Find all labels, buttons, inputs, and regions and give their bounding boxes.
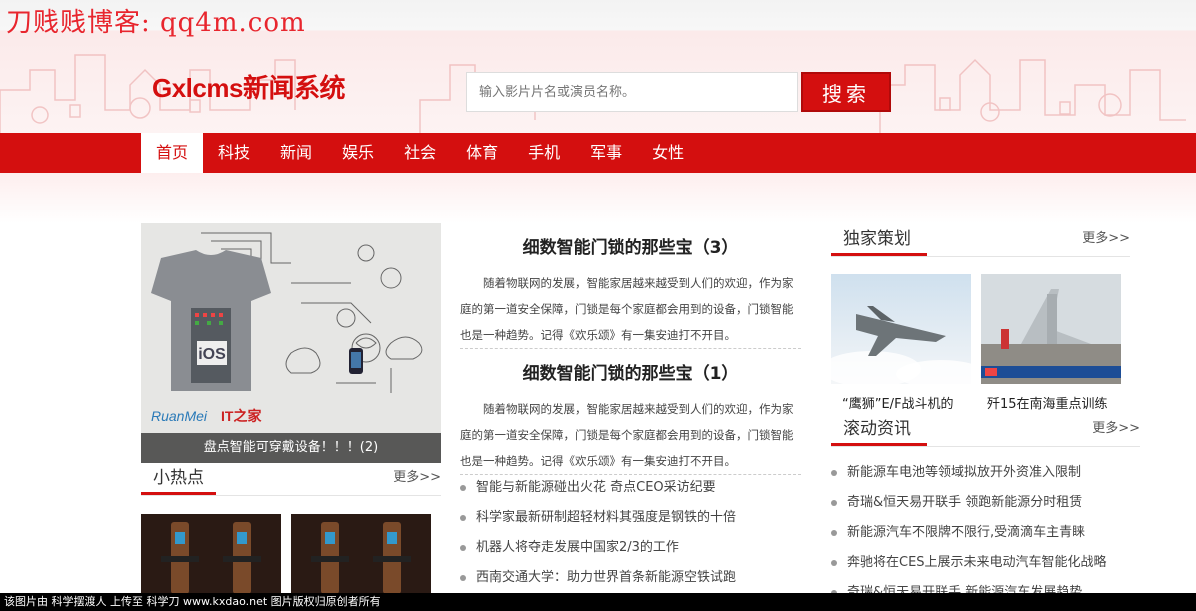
bullet-icon <box>460 514 466 521</box>
exclusive-section-title: 独家策划 <box>831 226 927 256</box>
bullet-icon <box>831 499 837 506</box>
nav-item-sports[interactable]: 体育 <box>451 133 513 173</box>
list-item-label: 新能源汽车不限牌不限行,受滴滴车主青睐 <box>847 525 1086 540</box>
watermark-text: 刀贱贱博客: qq4m.com <box>6 8 306 38</box>
nav-item-entertainment[interactable]: 娱乐 <box>327 133 389 173</box>
bullet-icon <box>831 469 837 476</box>
bullet-icon <box>831 529 837 536</box>
exclusive-caption-2[interactable]: 歼15在南海重点训练 <box>987 393 1108 412</box>
article-title[interactable]: 细数智能门锁的那些宝（1） <box>460 359 801 384</box>
article-title[interactable]: 细数智能门锁的那些宝（3） <box>460 233 801 258</box>
article-item: 细数智能门锁的那些宝（1） 随着物联网的发展，智能家居越来越受到人们的欢迎，作为… <box>460 359 801 474</box>
nav-item-society[interactable]: 社会 <box>389 133 451 173</box>
list-item[interactable]: 奔驰将在CES上展示未来电动汽车智能化战略 <box>831 548 1140 578</box>
hot-thumb-1[interactable] <box>141 514 281 594</box>
nav-item-women[interactable]: 女性 <box>637 133 699 173</box>
slide-caption[interactable]: 盘点智能可穿戴设备！！！(2) <box>141 433 441 463</box>
fighter-jet-image <box>831 274 971 384</box>
list-item-label: 新能源车电池等领域拟放开外资准入限制 <box>847 465 1082 480</box>
site-logo[interactable]: Gxlcms新闻系统 <box>152 68 345 105</box>
nav-item-home[interactable]: 首页 <box>141 133 204 173</box>
scroll-news-list: 新能源车电池等领域拟放开外资准入限制 奇瑞&恒天易开联手 领跑新能源分时租赁 新… <box>831 458 1140 608</box>
brand-logo-2: IT之家 <box>221 408 262 424</box>
list-item[interactable]: 智能与新能源碰出火花 奇点CEO采访纪要 <box>460 473 801 503</box>
exclusive-section-header: 独家策划 更多>> <box>831 226 1130 257</box>
list-item-label: 智能与新能源碰出火花 奇点CEO采访纪要 <box>476 480 716 495</box>
divider <box>460 348 801 349</box>
list-item[interactable]: 新能源汽车不限牌不限行,受滴滴车主青睐 <box>831 518 1140 548</box>
list-item[interactable]: 奇瑞&恒天易开联手 领跑新能源分时租赁 <box>831 488 1140 518</box>
article-summary: 随着物联网的发展，智能家居越来越受到人们的欢迎，作为家庭的第一道安全保障，门锁是… <box>460 276 794 342</box>
hot-more-link[interactable]: 更多>> <box>393 465 441 491</box>
hot-section-header: 小热点 更多>> <box>141 465 441 496</box>
list-item[interactable]: 机器人将夺走发展中国家2/3的工作 <box>460 533 801 563</box>
nav-item-news[interactable]: 新闻 <box>265 133 327 173</box>
list-item-label: 奔驰将在CES上展示未来电动汽车智能化战略 <box>847 555 1107 570</box>
scroll-more-link[interactable]: 更多>> <box>1092 416 1140 442</box>
nav-item-tech[interactable]: 科技 <box>203 133 265 173</box>
brand-logo: RuanMei <box>151 408 208 424</box>
door-lock-image <box>291 514 431 594</box>
scroll-section-title: 滚动资讯 <box>831 416 927 446</box>
exclusive-thumb-1[interactable] <box>831 274 971 384</box>
image-credit-bar: 该图片由 科学摆渡人 上传至 科学刀 www.kxdao.net 图片版权归原创… <box>0 593 1196 611</box>
nav-item-military[interactable]: 军事 <box>575 133 637 173</box>
list-item-label: 机器人将夺走发展中国家2/3的工作 <box>476 540 679 555</box>
list-item-label: 西南交通大学：助力世界首条新能源空铁试跑 <box>476 570 737 585</box>
featured-slide[interactable]: iOS RuanMei IT之家 盘点智能可穿戴设备！！！(2) <box>141 223 441 463</box>
mid-news-list: 智能与新能源碰出火花 奇点CEO采访纪要 科学家最新研制超轻材料其强度是钢铁的十… <box>460 473 801 593</box>
list-item-label: 奇瑞&恒天易开联手 领跑新能源分时租赁 <box>847 495 1083 510</box>
list-item[interactable]: 新能源车电池等领域拟放开外资准入限制 <box>831 458 1140 488</box>
nav-item-mobile[interactable]: 手机 <box>513 133 575 173</box>
bullet-icon <box>460 574 466 581</box>
exclusive-more-link[interactable]: 更多>> <box>1082 226 1130 252</box>
article-summary: 随着物联网的发展，智能家居越来越受到人们的欢迎，作为家庭的第一道安全保障，门锁是… <box>460 402 794 468</box>
list-item[interactable]: 科学家最新研制超轻材料其强度是钢铁的十倍 <box>460 503 801 533</box>
nav-shadow-band <box>0 173 1196 223</box>
wearable-tshirt-image: iOS RuanMei IT之家 <box>141 223 441 463</box>
bullet-icon <box>460 484 466 491</box>
article-item: 细数智能门锁的那些宝（3） 随着物联网的发展，智能家居越来越受到人们的欢迎，作为… <box>460 233 801 348</box>
list-item[interactable]: 西南交通大学：助力世界首条新能源空铁试跑 <box>460 563 801 593</box>
search-button[interactable]: 搜索 <box>801 72 891 112</box>
list-item-label: 科学家最新研制超轻材料其强度是钢铁的十倍 <box>476 510 737 525</box>
scroll-section-header: 滚动资讯 更多>> <box>831 416 1140 447</box>
shirt-text: iOS <box>198 346 226 363</box>
hot-thumb-2[interactable] <box>291 514 431 594</box>
main-nav: 首页 科技 新闻 娱乐 社会 体育 手机 军事 女性 <box>0 133 1196 173</box>
exclusive-thumb-2[interactable] <box>981 274 1121 384</box>
search-input[interactable] <box>466 72 798 112</box>
bullet-icon <box>831 559 837 566</box>
door-lock-image <box>141 514 281 594</box>
hot-section-title: 小热点 <box>141 465 216 495</box>
exclusive-caption-1[interactable]: “鹰狮”E/F战斗机的 <box>842 393 954 412</box>
carrier-jet-image <box>981 274 1121 384</box>
bullet-icon <box>460 544 466 551</box>
